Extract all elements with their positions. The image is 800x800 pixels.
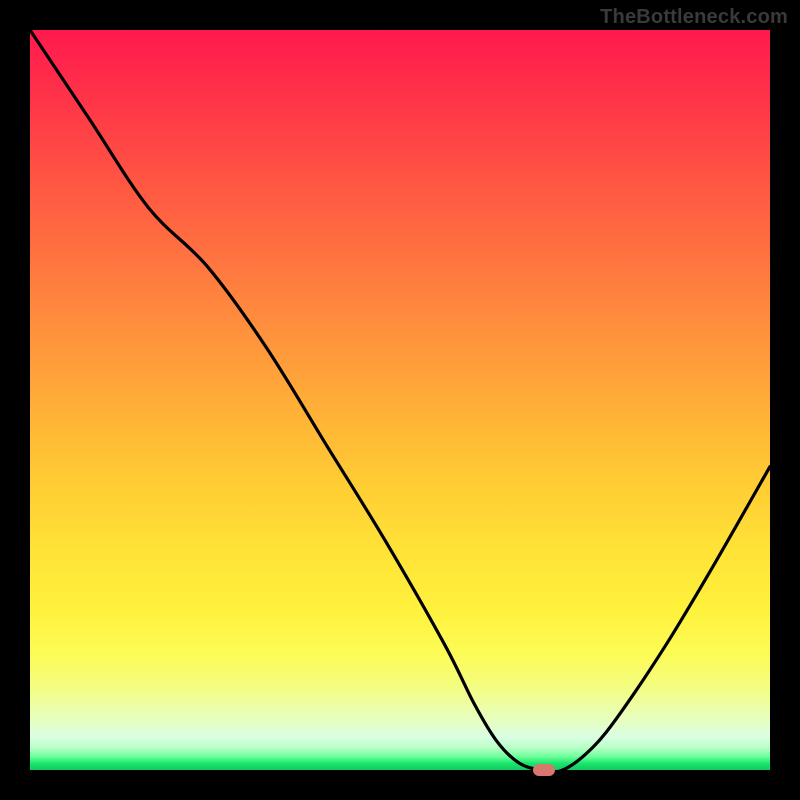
bottleneck-curve xyxy=(30,30,770,770)
chart-plot-area xyxy=(30,30,770,770)
watermark-text: TheBottleneck.com xyxy=(600,6,788,29)
optimal-marker xyxy=(533,764,555,776)
chart-frame: TheBottleneck.com xyxy=(0,0,800,800)
